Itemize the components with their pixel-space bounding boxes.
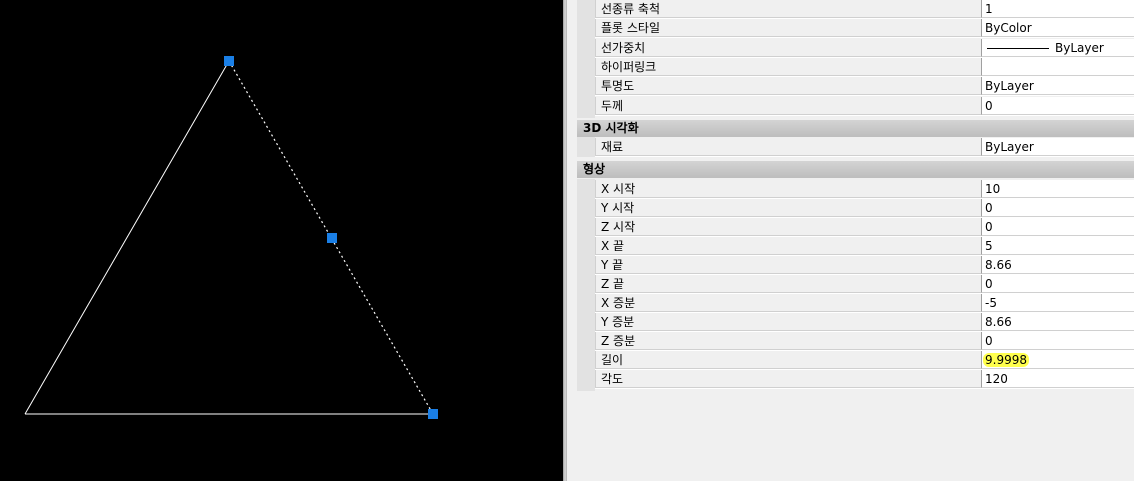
property-value[interactable]: ByLayer bbox=[982, 77, 1134, 96]
group-gutter bbox=[577, 137, 595, 157]
property-label: 선종류 축척 bbox=[595, 0, 982, 18]
property-label: X 끝 bbox=[595, 237, 982, 255]
lineweight-swatch bbox=[987, 47, 1049, 49]
property-value-text: 5 bbox=[985, 239, 993, 253]
property-value-text: 0 bbox=[985, 201, 993, 215]
property-value-text: 0 bbox=[985, 220, 993, 234]
property-value[interactable]: 9.9998 bbox=[982, 351, 1134, 369]
property-row[interactable]: 플롯 스타일 ByColor bbox=[595, 19, 1134, 39]
property-value-text: ByLayer bbox=[1055, 40, 1104, 55]
property-value[interactable]: 0 bbox=[982, 218, 1134, 236]
property-label: 플롯 스타일 bbox=[595, 19, 982, 38]
group-gutter bbox=[577, 0, 595, 118]
property-row[interactable]: 두께 0 bbox=[595, 96, 1134, 116]
triangle-left-edge[interactable] bbox=[24, 60, 230, 415]
property-value[interactable]: ByLayer bbox=[982, 38, 1134, 57]
property-label: Y 끝 bbox=[595, 256, 982, 274]
property-value-text: 8.66 bbox=[985, 258, 1012, 272]
property-label: X 증분 bbox=[595, 294, 982, 312]
property-value[interactable]: 5 bbox=[982, 237, 1134, 255]
property-value-text: 8.66 bbox=[985, 315, 1012, 329]
section-title: 형상 bbox=[583, 162, 606, 176]
property-row[interactable]: 재료 ByLayer bbox=[595, 138, 1134, 157]
property-row[interactable]: Y 증분 8.66 bbox=[595, 313, 1134, 332]
property-value-text: ByLayer bbox=[985, 79, 1034, 94]
property-value[interactable]: 0 bbox=[982, 96, 1134, 115]
grip-end-point[interactable] bbox=[224, 56, 234, 66]
grip-mid-point[interactable] bbox=[327, 233, 337, 243]
property-value[interactable]: 1 bbox=[982, 0, 1134, 18]
property-value-text: -5 bbox=[985, 296, 997, 310]
property-label: Y 시작 bbox=[595, 199, 982, 217]
property-row[interactable]: Z 증분 0 bbox=[595, 332, 1134, 351]
property-label: 재료 bbox=[595, 138, 982, 156]
property-label: 하이퍼링크 bbox=[595, 57, 982, 76]
property-label: Z 증분 bbox=[595, 332, 982, 350]
property-value[interactable]: ByColor bbox=[982, 19, 1134, 38]
property-value-text: 0 bbox=[985, 277, 993, 291]
property-row[interactable]: 하이퍼링크 bbox=[595, 57, 1134, 77]
section-title: 3D 시각화 bbox=[583, 121, 639, 135]
grip-start-point[interactable] bbox=[428, 409, 438, 419]
property-label: Z 끝 bbox=[595, 275, 982, 293]
property-value-text: 0 bbox=[985, 334, 993, 348]
property-value[interactable]: ByLayer bbox=[982, 138, 1134, 156]
group-gutter bbox=[577, 179, 595, 391]
property-value[interactable]: 120 bbox=[982, 370, 1134, 388]
property-value-text: 0 bbox=[985, 98, 993, 113]
property-row[interactable]: X 시작 10 bbox=[595, 180, 1134, 199]
property-label: 선가중치 bbox=[595, 38, 982, 57]
property-value[interactable] bbox=[982, 57, 1134, 76]
property-value-text: 9.9998 bbox=[983, 353, 1029, 367]
property-label: 두께 bbox=[595, 96, 982, 115]
property-label: Z 시작 bbox=[595, 218, 982, 236]
properties-panel: 선종류 축척 1 플롯 스타일 ByColor 선가중치 ByLayer 하이퍼링크 투명도 B… bbox=[567, 0, 1134, 481]
property-row[interactable]: 선가중치 ByLayer bbox=[595, 38, 1134, 58]
property-label: 투명도 bbox=[595, 77, 982, 96]
property-row[interactable]: X 끝5 bbox=[595, 237, 1134, 256]
property-row[interactable]: Z 끝0 bbox=[595, 275, 1134, 294]
section-3d-visualization[interactable]: 3D 시각화 bbox=[577, 120, 1134, 137]
section-geometry[interactable]: 형상 bbox=[577, 161, 1134, 178]
drawing-canvas[interactable] bbox=[0, 0, 563, 481]
property-row[interactable]: Z 시작 0 bbox=[595, 218, 1134, 237]
property-label: 각도 bbox=[595, 370, 982, 388]
property-label: Y 증분 bbox=[595, 313, 982, 331]
property-value[interactable]: 8.66 bbox=[982, 256, 1134, 274]
property-value[interactable]: 8.66 bbox=[982, 313, 1134, 331]
property-value[interactable]: -5 bbox=[982, 294, 1134, 312]
property-value[interactable]: 0 bbox=[982, 332, 1134, 350]
property-row[interactable]: 각도 120 bbox=[595, 370, 1134, 389]
property-row[interactable]: 길이 9.9998 bbox=[595, 351, 1134, 370]
property-value[interactable]: 10 bbox=[982, 180, 1134, 198]
property-value-text: ByColor bbox=[985, 21, 1032, 36]
property-value-text: 120 bbox=[985, 372, 1008, 386]
property-value-text: ByLayer bbox=[985, 140, 1034, 154]
property-row[interactable]: X 증분 -5 bbox=[595, 294, 1134, 313]
property-label: 길이 bbox=[595, 351, 982, 369]
property-row[interactable]: Y 끝 8.66 bbox=[595, 256, 1134, 275]
drawing-svg[interactable] bbox=[0, 0, 563, 481]
property-value-text: 10 bbox=[985, 182, 1001, 196]
property-label: X 시작 bbox=[595, 180, 982, 198]
property-value-text: 1 bbox=[985, 2, 993, 16]
property-row[interactable]: 선종류 축척 1 bbox=[595, 0, 1134, 19]
property-row[interactable]: Y 시작 0 bbox=[595, 199, 1134, 218]
property-row[interactable]: 투명도 ByLayer bbox=[595, 77, 1134, 97]
property-value[interactable]: 0 bbox=[982, 275, 1134, 293]
property-value[interactable]: 0 bbox=[982, 199, 1134, 217]
